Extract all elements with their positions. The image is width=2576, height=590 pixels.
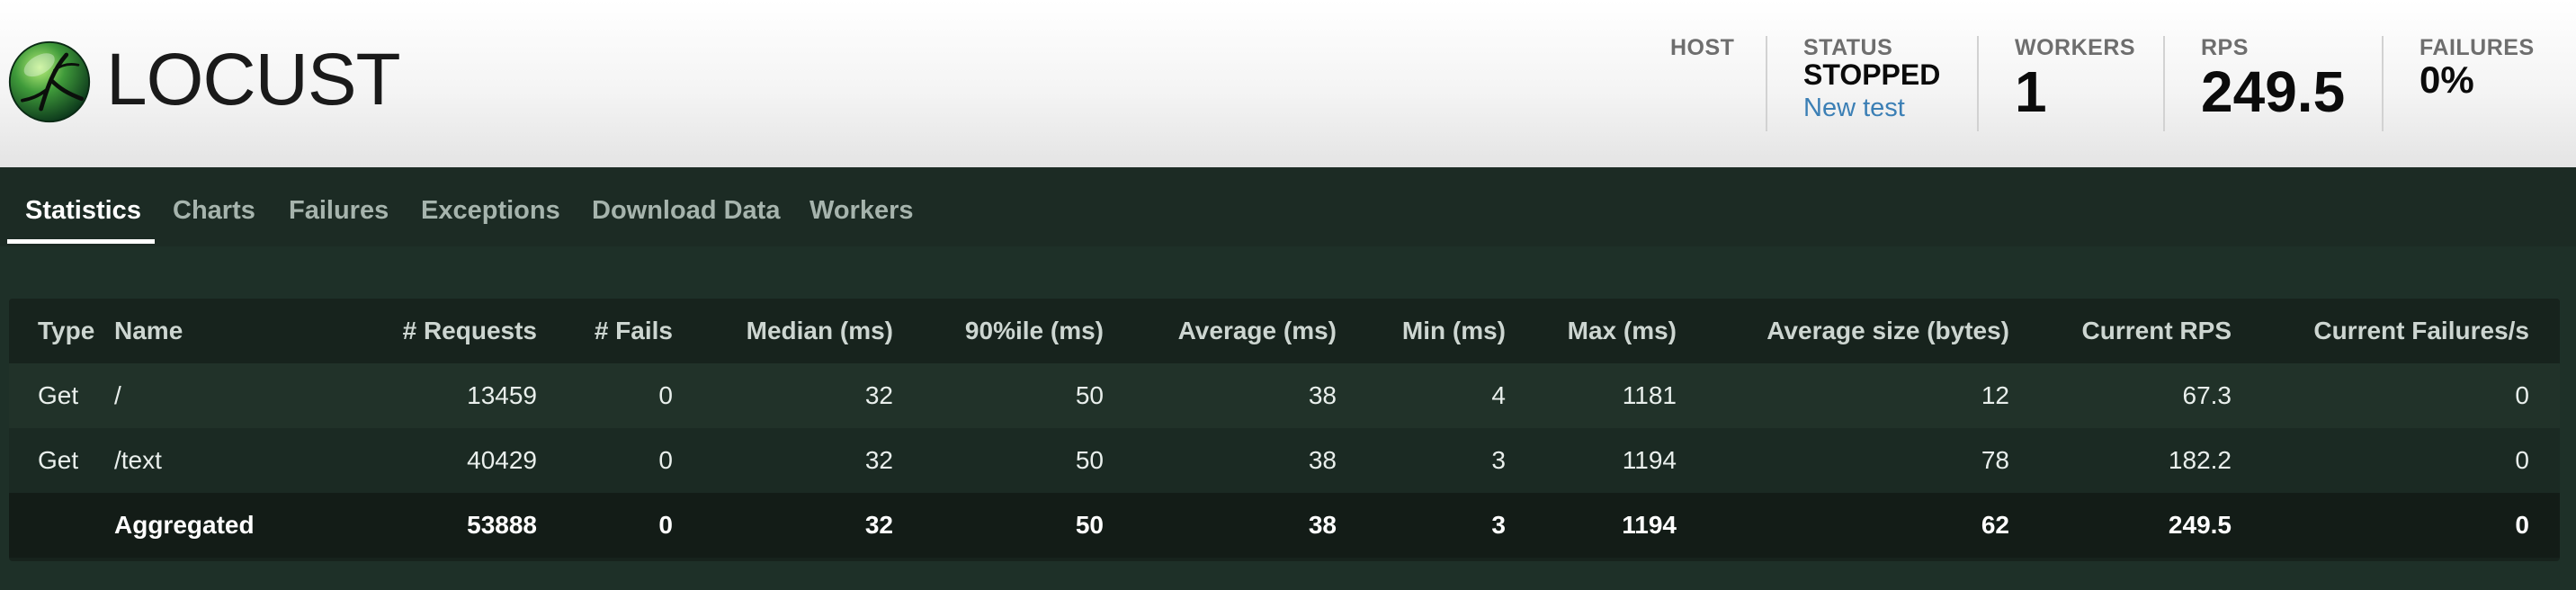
current-failures-cell: 0 (2232, 428, 2560, 493)
aggregated-row: Aggregated 53888 0 32 50 38 3 1194 62 24… (9, 493, 2560, 558)
name-cell: / (114, 363, 231, 428)
fails-cell: 0 (537, 428, 673, 493)
max-cell: 1181 (1506, 363, 1677, 428)
failures-value: 0% (2419, 58, 2474, 101)
name-cell: Aggregated (114, 493, 255, 558)
table-row: Get / 13459 0 32 50 38 4 1181 12 67.3 0 (9, 363, 2560, 428)
average-cell: 38 (1104, 363, 1337, 428)
column-header[interactable]: Median (ms) (673, 299, 893, 363)
requests-cell: 53888 (231, 493, 537, 558)
column-header[interactable]: Name (114, 299, 231, 363)
median-cell: 32 (673, 493, 893, 558)
average-cell: 38 (1104, 428, 1337, 493)
top-header: LOCUST HOST STATUS STOPPED New test WORK… (0, 0, 2576, 167)
header-divider (1766, 36, 1767, 131)
workers-value: 1 (2015, 59, 2047, 124)
max-cell: 1194 (1506, 493, 1677, 558)
average-cell: 38 (1104, 493, 1337, 558)
type-cell (9, 493, 114, 558)
tab-workers[interactable]: Workers (809, 194, 914, 227)
requests-cell: 40429 (231, 428, 537, 493)
active-tab-indicator (7, 239, 155, 244)
type-cell: Get (9, 428, 114, 493)
failures-label: FAILURES (2419, 35, 2535, 60)
min-cell: 3 (1337, 493, 1506, 558)
header-divider (2163, 36, 2165, 131)
status-value: STOPPED (1803, 58, 1941, 91)
statistics-table-container: Type Name # Requests # Fails Median (ms)… (9, 299, 2560, 561)
rps-value: 249.5 (2201, 59, 2346, 124)
min-cell: 4 (1337, 363, 1506, 428)
column-header[interactable]: # Requests (231, 299, 537, 363)
current-failures-cell: 0 (2232, 363, 2560, 428)
current-rps-cell: 249.5 (2009, 493, 2232, 558)
table-header-row: Type Name # Requests # Fails Median (ms)… (9, 299, 2560, 363)
column-header[interactable]: Average size (bytes) (1677, 299, 2009, 363)
tab-charts[interactable]: Charts (173, 194, 255, 227)
workers-stat: WORKERS 1 (2015, 36, 2135, 124)
requests-cell: 13459 (231, 363, 537, 428)
table-row: Get /text 40429 0 32 50 38 3 1194 78 182… (9, 428, 2560, 493)
current-failures-cell: 0 (2232, 493, 2560, 558)
max-cell: 1194 (1506, 428, 1677, 493)
name-cell: /text (114, 428, 231, 493)
median-cell: 32 (673, 363, 893, 428)
column-header[interactable]: Min (ms) (1337, 299, 1506, 363)
app-wordmark: LOCUST (106, 39, 401, 121)
fails-cell: 0 (537, 363, 673, 428)
failures-stat: FAILURES 0% (2419, 36, 2535, 101)
fails-cell: 0 (537, 493, 673, 558)
tab-failures[interactable]: Failures (289, 194, 389, 227)
header-divider (2382, 36, 2384, 131)
column-header[interactable]: 90%ile (ms) (893, 299, 1104, 363)
rps-stat: RPS 249.5 (2201, 36, 2345, 124)
current-rps-cell: 182.2 (2009, 428, 2232, 493)
current-rps-cell: 67.3 (2009, 363, 2232, 428)
avg-size-cell: 78 (1677, 428, 2009, 493)
status-stat: STATUS STOPPED New test (1803, 36, 1940, 122)
type-cell: Get (9, 363, 114, 428)
locust-logo-icon (8, 40, 91, 123)
avg-size-cell: 12 (1677, 363, 2009, 428)
tab-exceptions[interactable]: Exceptions (421, 194, 560, 227)
column-header[interactable]: Current RPS (2009, 299, 2232, 363)
column-header[interactable]: Average (ms) (1104, 299, 1337, 363)
column-header[interactable]: Max (ms) (1506, 299, 1677, 363)
p90-cell: 50 (893, 363, 1104, 428)
status-label: STATUS (1803, 35, 1893, 60)
column-header[interactable]: Current Failures/s (2232, 299, 2560, 363)
p90-cell: 50 (893, 493, 1104, 558)
p90-cell: 50 (893, 428, 1104, 493)
column-header[interactable]: Type (9, 299, 114, 363)
header-divider (1977, 36, 1979, 131)
host-label: HOST (1670, 35, 1735, 60)
column-header[interactable]: # Fails (537, 299, 673, 363)
rps-label: RPS (2201, 35, 2249, 60)
new-test-link[interactable]: New test (1803, 94, 1940, 122)
host-stat: HOST (1670, 36, 1734, 59)
min-cell: 3 (1337, 428, 1506, 493)
tab-download-data[interactable]: Download Data (592, 194, 780, 227)
avg-size-cell: 62 (1677, 493, 2009, 558)
tab-statistics[interactable]: Statistics (25, 194, 141, 227)
statistics-panel: Type Name # Requests # Fails Median (ms)… (0, 246, 2576, 590)
statistics-table: Type Name # Requests # Fails Median (ms)… (9, 299, 2560, 558)
median-cell: 32 (673, 428, 893, 493)
tab-bar: Statistics Charts Failures Exceptions Do… (0, 167, 2576, 246)
workers-label: WORKERS (2015, 35, 2136, 60)
